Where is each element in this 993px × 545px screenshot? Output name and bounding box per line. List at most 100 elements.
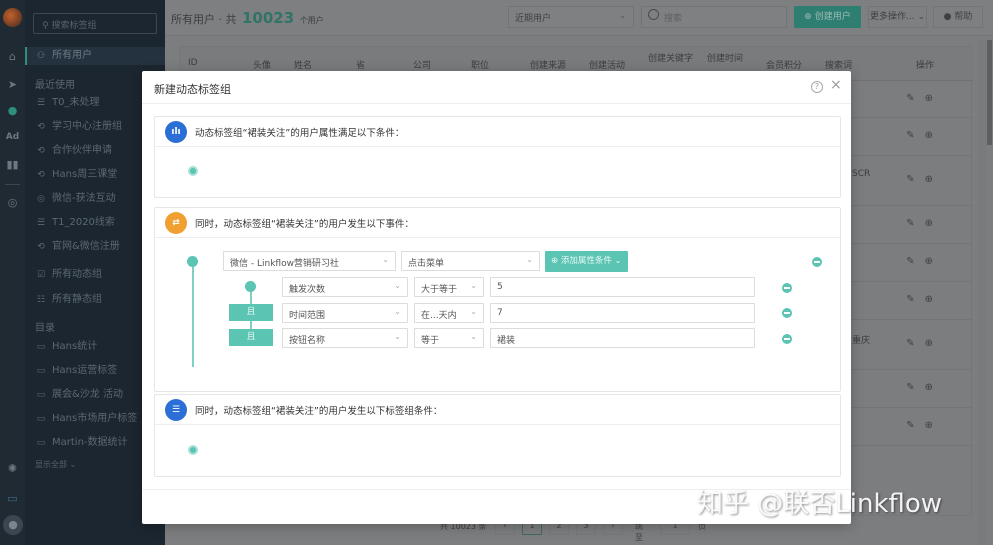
event-conditions-section: ⇄ 同时，动态标签组“裙装关注”的用户发生以下事件： <box>154 207 841 392</box>
remove-event-icon[interactable] <box>812 257 822 267</box>
add-property-condition-button[interactable]: ⊕ 添加属性条件 ⌄ <box>545 251 628 272</box>
folder-icon: ▭ <box>36 414 46 424</box>
more-icon[interactable]: ⊕ <box>925 382 933 393</box>
and-connector[interactable]: 且 <box>229 304 273 321</box>
chevron-down-icon: ⌄ <box>526 255 533 264</box>
wechat-icon[interactable]: ◎ <box>0 196 25 209</box>
edit-icon[interactable]: ✎ <box>906 93 914 104</box>
column-header[interactable]: 创建活动 <box>589 58 625 71</box>
column-header[interactable]: 操作 <box>916 58 934 71</box>
edit-icon[interactable]: ✎ <box>906 130 914 141</box>
condition-value-input[interactable]: 7 <box>490 303 755 323</box>
search-input[interactable]: 搜索 <box>641 6 787 28</box>
row-actions: ✎ ⊕ <box>896 382 933 393</box>
close-icon[interactable]: × <box>830 78 842 92</box>
edit-icon[interactable]: ✎ <box>906 338 914 349</box>
section-header: ⇄ 同时，动态标签组“裙装关注”的用户发生以下事件： <box>155 208 840 238</box>
column-header[interactable]: 姓名 <box>294 58 312 71</box>
logo[interactable] <box>3 8 22 27</box>
search-term-cell: SCR <box>852 169 871 179</box>
icon-rail: ⌂ ➤ ● Ad ▮▮ ◎ ✺ ▭ ● <box>0 0 25 545</box>
column-header[interactable]: ID <box>188 58 198 68</box>
condition-operator-select[interactable]: 大于等于 ⌄ <box>414 277 484 297</box>
user-filter-select[interactable]: 近期用户 ⌄ <box>508 6 634 28</box>
ad-icon[interactable]: Ad <box>0 132 25 142</box>
column-header[interactable]: 头像 <box>253 58 271 71</box>
condition-field-select[interactable]: 触发次数 ⌄ <box>282 277 408 297</box>
static-group-icon: ☷ <box>36 295 46 305</box>
sync-icon: ⟲ <box>37 242 45 252</box>
more-icon[interactable]: ⊕ <box>925 93 933 104</box>
condition-value-input[interactable]: 裙装 <box>490 328 755 348</box>
remove-condition-icon[interactable] <box>782 283 792 293</box>
dynamic-group-icon: ☑ <box>36 270 46 280</box>
show-all-link[interactable]: 显示全部 ⌄ <box>35 459 76 470</box>
send-icon[interactable]: ➤ <box>0 78 25 91</box>
more-icon[interactable]: ⊕ <box>925 256 933 267</box>
users-icon: ⚇ <box>36 51 46 61</box>
condition-operator-select[interactable]: 在...天内 ⌄ <box>414 303 484 323</box>
avatar-icon[interactable]: ● <box>3 515 23 535</box>
event-type-select[interactable]: 点击菜单 ⌄ <box>401 251 540 271</box>
condition-value-input[interactable]: 5 <box>490 277 755 297</box>
more-icon[interactable]: ⊕ <box>925 420 933 431</box>
row-actions: ✎ ⊕ <box>896 93 933 104</box>
column-header[interactable]: 职位 <box>471 58 489 71</box>
gear-icon[interactable]: ✺ <box>0 462 25 475</box>
column-header[interactable]: 省 <box>356 58 365 71</box>
help-button[interactable]: ● 帮助 <box>933 6 983 28</box>
column-header[interactable]: 搜索词 <box>825 58 852 71</box>
edit-icon[interactable]: ✎ <box>906 174 914 185</box>
more-actions-button[interactable]: 更多操作... ⌄ <box>868 6 927 28</box>
more-icon[interactable]: ⊕ <box>925 218 933 229</box>
row-actions: ✎ ⊕ <box>896 294 933 305</box>
chart-icon[interactable]: ▮▮ <box>0 158 25 171</box>
more-icon[interactable]: ⊕ <box>925 174 933 185</box>
create-user-button[interactable]: ⊕ 创建用户 <box>794 6 861 28</box>
more-icon[interactable]: ⊕ <box>925 294 933 305</box>
chevron-down-icon: ⌄ <box>394 281 401 290</box>
user-icon[interactable]: ● <box>0 104 25 117</box>
more-icon[interactable]: ⊕ <box>925 338 933 349</box>
column-header[interactable]: 创建来源 <box>530 58 566 71</box>
chat-icon[interactable]: ▭ <box>0 492 25 505</box>
remove-condition-icon[interactable] <box>782 334 792 344</box>
condition-field-select[interactable]: 按钮名称 ⌄ <box>282 328 408 348</box>
section-header: ☰ 同时，动态标签组“裙装关注”的用户发生以下标签组条件： <box>155 395 840 425</box>
column-header[interactable]: 公司 <box>413 58 431 71</box>
edit-icon[interactable]: ✎ <box>906 382 914 393</box>
condition-field-select[interactable]: 时间范围 ⌄ <box>282 303 408 323</box>
column-header[interactable]: 创建时间 <box>707 51 743 64</box>
edit-icon[interactable]: ✎ <box>906 420 914 431</box>
column-header[interactable]: 创建关键字 <box>648 51 693 64</box>
more-icon[interactable]: ⊕ <box>925 130 933 141</box>
catalog-header: 目录 <box>35 323 55 334</box>
folder-icon: ▭ <box>36 366 46 376</box>
add-condition-icon[interactable] <box>188 445 198 455</box>
edit-icon[interactable]: ✎ <box>906 294 914 305</box>
sidebar-search-input[interactable]: ⚲ 搜索标签组 <box>33 13 157 34</box>
row-actions: ✎ ⊕ <box>896 420 933 431</box>
edit-icon[interactable]: ✎ <box>906 218 914 229</box>
scrollbar-thumb[interactable] <box>987 40 992 145</box>
chevron-down-icon: ⌄ <box>382 255 389 264</box>
list-icon: ☰ <box>36 98 46 108</box>
row-actions: ✎ ⊕ <box>896 338 933 349</box>
sidebar-item-all-users[interactable]: ⚇ 所有用户 <box>25 47 165 65</box>
condition-operator-select[interactable]: 等于 ⌄ <box>414 328 484 348</box>
scrollbar-track[interactable] <box>978 40 987 545</box>
and-connector[interactable]: 且 <box>229 329 273 346</box>
row-actions: ✎ ⊕ <box>896 130 933 141</box>
edit-icon[interactable]: ✎ <box>906 256 914 267</box>
column-header[interactable]: 会员积分 <box>766 58 802 71</box>
home-icon[interactable]: ⌂ <box>0 50 25 63</box>
add-condition-icon[interactable] <box>188 166 198 176</box>
rail-divider <box>5 184 20 185</box>
help-icon[interactable]: ? <box>811 81 823 93</box>
attribute-icon: ılı <box>165 121 187 143</box>
list-icon: ☰ <box>165 399 187 421</box>
chevron-down-icon: ⌄ <box>470 332 477 341</box>
event-source-select[interactable]: 微信 - Linkflow营销研习社 ⌄ <box>223 251 396 271</box>
page-title: 所有用户 · 共 10023 个用户 <box>171 9 324 27</box>
remove-condition-icon[interactable] <box>782 308 792 318</box>
